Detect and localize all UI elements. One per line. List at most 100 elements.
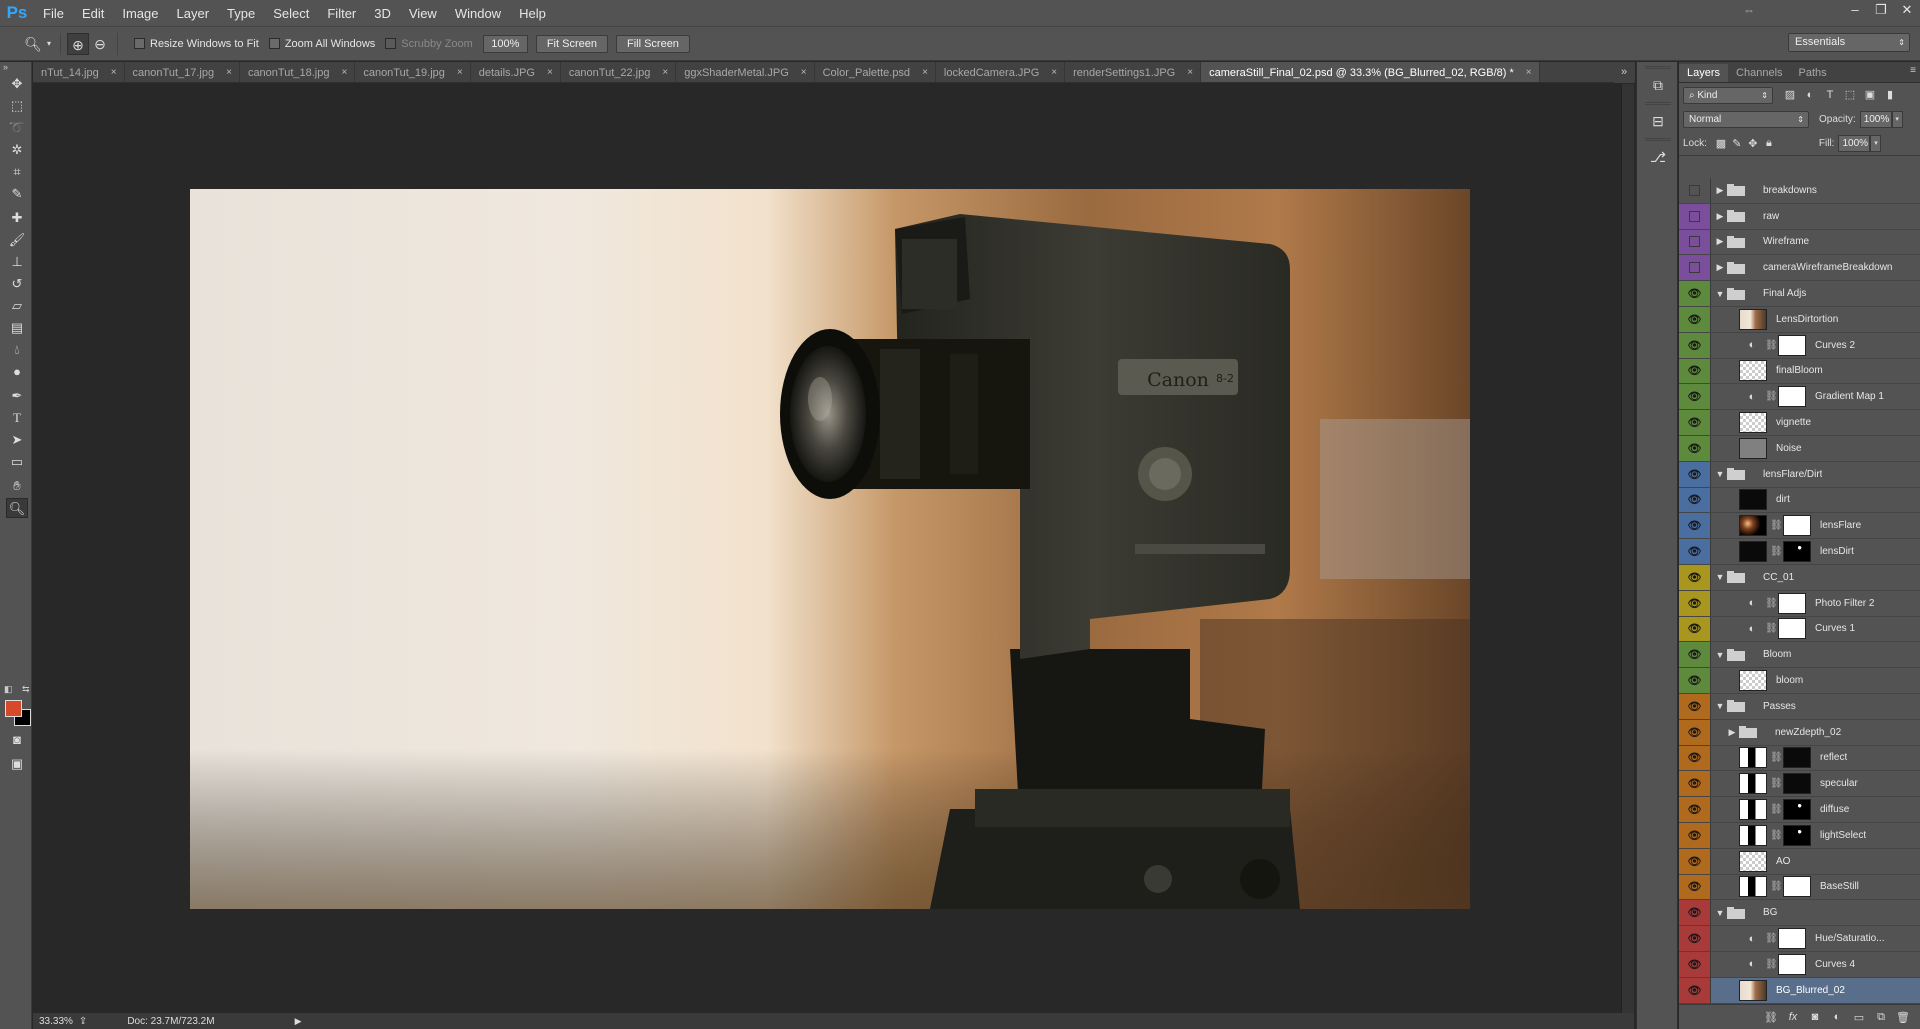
layer-row[interactable]: 👁︎ ⛓ lightSelect bbox=[1679, 822, 1920, 849]
mask-link-icon[interactable]: ⛓ bbox=[1770, 752, 1783, 763]
layer-thumbnail[interactable] bbox=[1739, 670, 1767, 692]
shape-filter-icon[interactable]: ⬚ bbox=[1841, 87, 1859, 104]
type-tool-icon[interactable]: T bbox=[6, 408, 28, 428]
close-tab-icon[interactable]: × bbox=[801, 67, 807, 78]
restore-button[interactable]: ❐ bbox=[1868, 0, 1894, 20]
expand-right-icon[interactable]: ▶ bbox=[1725, 727, 1739, 738]
opacity-input[interactable]: 100% bbox=[1859, 111, 1892, 128]
layer-row[interactable]: 👁︎ bloom bbox=[1679, 668, 1920, 694]
close-tab-icon[interactable]: × bbox=[547, 67, 553, 78]
eyedropper-tool-icon[interactable]: ✎ bbox=[6, 184, 28, 204]
tab-paths[interactable]: Paths bbox=[1791, 64, 1835, 82]
layer-row[interactable]: 👁︎ Noise bbox=[1679, 435, 1920, 462]
visibility-toggle[interactable]: 👁︎ bbox=[1679, 874, 1711, 900]
layer-mask-thumbnail[interactable] bbox=[1783, 799, 1811, 821]
visibility-toggle[interactable]: 👁︎ bbox=[1679, 668, 1711, 693]
dock-grip[interactable] bbox=[1645, 66, 1671, 69]
layer-thumbnail[interactable] bbox=[1739, 360, 1767, 382]
panel-menu-icon[interactable]: ≡ bbox=[1910, 65, 1916, 76]
fit-screen-button[interactable]: Fit Screen bbox=[535, 34, 608, 53]
menu-select[interactable]: Select bbox=[264, 6, 318, 21]
mask-link-icon[interactable]: ⛓ bbox=[1765, 598, 1778, 609]
document-tab[interactable]: lockedCamera.JPG × bbox=[935, 62, 1066, 82]
document-tab[interactable]: canonTut_18.jpg × bbox=[239, 62, 356, 82]
layer-group-row[interactable]: ▶ Wireframe bbox=[1679, 229, 1920, 256]
layer-mask-thumbnail[interactable] bbox=[1783, 747, 1811, 769]
visibility-toggle[interactable]: 👁︎ bbox=[1679, 719, 1711, 745]
zoom-100-button[interactable]: 100% bbox=[482, 34, 528, 53]
visibility-toggle[interactable]: 👁︎ bbox=[1679, 797, 1711, 822]
layer-row[interactable]: 👁︎ BG_Blurred_02 bbox=[1679, 977, 1920, 1004]
visibility-toggle[interactable]: 👁︎ bbox=[1679, 358, 1711, 384]
visibility-toggle[interactable]: 👁︎ bbox=[1679, 616, 1711, 642]
close-tab-icon[interactable]: × bbox=[1051, 67, 1057, 78]
visibility-toggle[interactable]: 👁︎ bbox=[1679, 384, 1711, 410]
add-mask-icon[interactable]: ◙ bbox=[1804, 1011, 1826, 1023]
minimize-button[interactable]: – bbox=[1842, 0, 1868, 20]
dock-grip[interactable] bbox=[1645, 138, 1671, 141]
export-icon[interactable]: ⇪ bbox=[79, 1016, 87, 1027]
expand-right-icon[interactable]: ▶ bbox=[1713, 262, 1727, 273]
healing-brush-tool-icon[interactable]: ✚ bbox=[6, 208, 28, 228]
document-tab[interactable]: canonTut_19.jpg × bbox=[355, 62, 471, 82]
hand-tool-icon[interactable]: ✋︎ bbox=[6, 476, 28, 496]
layer-row[interactable]: 👁︎ ⛓ BaseStill bbox=[1679, 874, 1920, 901]
workspace-select[interactable]: Essentials ⇕ bbox=[1788, 33, 1910, 52]
expand-right-icon[interactable]: ▶ bbox=[1713, 211, 1727, 222]
visibility-toggle[interactable]: 👁︎ bbox=[1679, 771, 1711, 797]
visibility-toggle[interactable]: 👁︎ bbox=[1679, 513, 1711, 539]
path-selection-tool-icon[interactable]: ➤ bbox=[6, 430, 28, 450]
filter-toggle-icon[interactable]: ▮ bbox=[1881, 87, 1899, 104]
link-layers-icon[interactable]: ⛓ bbox=[1760, 1011, 1782, 1024]
visibility-toggle[interactable]: 👁︎ bbox=[1679, 642, 1711, 668]
layer-group-row[interactable]: 👁︎ ▼ Final Adjs bbox=[1679, 281, 1920, 307]
mask-link-icon[interactable]: ⛓ bbox=[1765, 933, 1778, 944]
zoom-level[interactable]: 33.33% bbox=[39, 1016, 73, 1027]
layer-mask-thumbnail[interactable] bbox=[1783, 876, 1811, 898]
arrange-documents-icon[interactable]: ⇔ bbox=[1743, 3, 1755, 17]
mask-link-icon[interactable]: ⛓ bbox=[1770, 778, 1783, 789]
blur-tool-icon[interactable]: 💧︎ bbox=[6, 340, 28, 360]
layer-mask-thumbnail[interactable] bbox=[1778, 953, 1806, 975]
fill-slider-icon[interactable]: ▾ bbox=[1870, 135, 1882, 152]
visibility-toggle[interactable]: 👁︎ bbox=[1679, 926, 1711, 951]
menu-layer[interactable]: Layer bbox=[168, 6, 219, 21]
menu-image[interactable]: Image bbox=[113, 6, 167, 21]
expand-right-icon[interactable]: ▶ bbox=[1713, 236, 1727, 247]
visibility-toggle[interactable] bbox=[1679, 178, 1711, 203]
scrubby-zoom-checkbox[interactable]: Scrubby Zoom bbox=[385, 38, 473, 50]
close-tab-icon[interactable]: × bbox=[922, 67, 928, 78]
layer-group-row[interactable]: ▶ cameraWireframeBreakdown bbox=[1679, 255, 1920, 282]
clone-stamp-tool-icon[interactable]: ⊥ bbox=[6, 252, 28, 272]
lock-position-icon[interactable]: ✥ bbox=[1745, 137, 1761, 150]
layer-row[interactable]: 👁︎ ◐ ⛓ Curves 2 bbox=[1679, 332, 1920, 359]
document-canvas[interactable]: Canon 8-2 bbox=[190, 189, 1470, 909]
move-tool-icon[interactable]: ✥ bbox=[6, 74, 28, 94]
fill-input[interactable]: 100% bbox=[1838, 135, 1871, 152]
layer-thumbnail[interactable] bbox=[1739, 850, 1767, 872]
document-tab[interactable]: canonTut_17.jpg × bbox=[124, 62, 240, 82]
mask-link-icon[interactable]: ⛓ bbox=[1770, 546, 1783, 557]
close-tab-icon[interactable]: × bbox=[457, 67, 463, 78]
visibility-toggle[interactable]: 👁︎ bbox=[1679, 281, 1711, 306]
toolbox-collapse-icon[interactable]: » bbox=[3, 62, 8, 72]
visibility-toggle[interactable]: 👁︎ bbox=[1679, 822, 1711, 848]
new-group-icon[interactable]: ▭ bbox=[1848, 1011, 1870, 1024]
visibility-toggle[interactable]: 👁︎ bbox=[1679, 539, 1711, 564]
dock-grip[interactable] bbox=[1645, 102, 1671, 105]
layer-mask-thumbnail[interactable] bbox=[1778, 618, 1806, 640]
expand-down-icon[interactable]: ▼ bbox=[1713, 701, 1727, 711]
layer-group-row[interactable]: 👁︎ ▼ Passes bbox=[1679, 693, 1920, 720]
close-button[interactable]: ✕ bbox=[1894, 0, 1920, 20]
visibility-toggle[interactable]: 👁︎ bbox=[1679, 590, 1711, 616]
expand-right-icon[interactable]: ▶ bbox=[1713, 185, 1727, 196]
dodge-tool-icon[interactable]: ● bbox=[6, 362, 28, 382]
visibility-toggle[interactable]: 👁︎ bbox=[1679, 977, 1711, 1003]
menu-view[interactable]: View bbox=[400, 6, 446, 21]
brush-tool-icon[interactable]: 🖌︎ bbox=[6, 230, 28, 250]
layer-row[interactable]: 👁︎ dirt bbox=[1679, 487, 1920, 514]
layer-row[interactable]: 👁︎ AO bbox=[1679, 848, 1920, 875]
layer-row[interactable]: 👁︎ ◐ ⛓ Gradient Map 1 bbox=[1679, 384, 1920, 411]
gradient-tool-icon[interactable]: ▤ bbox=[6, 318, 28, 338]
layer-thumbnail[interactable] bbox=[1739, 489, 1767, 511]
